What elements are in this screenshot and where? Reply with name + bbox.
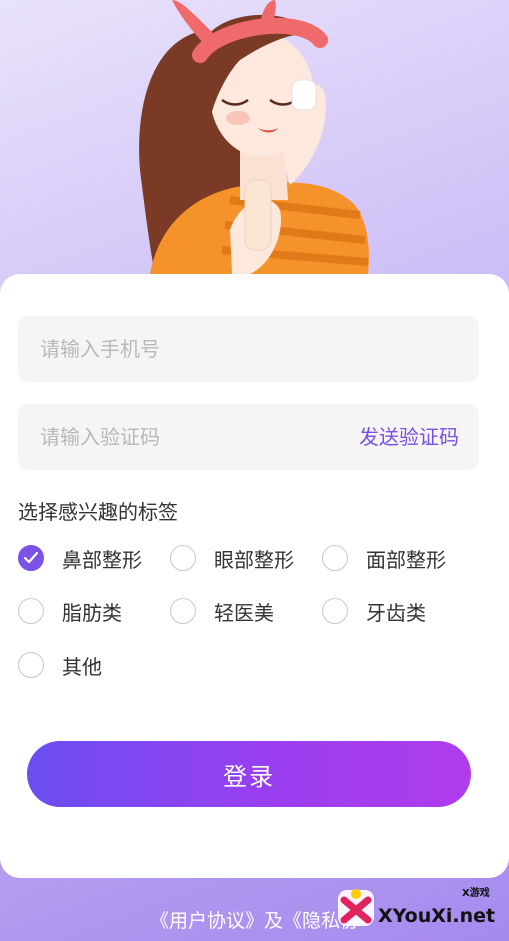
- radio-icon[interactable]: [18, 598, 44, 624]
- tag-nose-surgery[interactable]: 鼻部整形: [18, 544, 142, 572]
- hero-illustration: [0, 0, 509, 300]
- phone-field[interactable]: [18, 316, 479, 382]
- radio-icon[interactable]: [170, 598, 196, 624]
- phone-input[interactable]: [40, 316, 340, 382]
- tag-label: 其他: [62, 654, 102, 679]
- tag-label: 牙齿类: [366, 600, 426, 625]
- tag-eye-surgery[interactable]: 眼部整形: [170, 544, 294, 572]
- tag-label: 脂肪类: [62, 600, 122, 625]
- tag-fat[interactable]: 脂肪类: [18, 597, 122, 625]
- tag-label: 眼部整形: [214, 547, 294, 572]
- code-field[interactable]: 发送验证码: [18, 404, 479, 470]
- radio-icon[interactable]: [170, 545, 196, 571]
- svg-text:X游戏: X游戏: [462, 886, 490, 899]
- svg-text:XYouXi.net: XYouXi.net: [378, 905, 495, 927]
- tag-label: 面部整形: [366, 547, 446, 572]
- watermark-logo: X游戏 XYouXi.net: [334, 880, 506, 938]
- tag-light-aesthetics[interactable]: 轻医美: [170, 597, 274, 625]
- radio-icon[interactable]: [322, 598, 348, 624]
- tag-label: 鼻部整形: [62, 547, 142, 572]
- login-card: 发送验证码 选择感兴趣的标签 鼻部整形 眼部整形 面部整形 脂肪类 轻医美 牙齿…: [0, 274, 509, 878]
- login-button[interactable]: 登录: [27, 741, 471, 807]
- radio-icon[interactable]: [18, 652, 44, 678]
- check-icon[interactable]: [18, 545, 44, 571]
- tag-label: 轻医美: [214, 600, 274, 625]
- send-code-button[interactable]: 发送验证码: [359, 404, 459, 470]
- tag-face-surgery[interactable]: 面部整形: [322, 544, 446, 572]
- tag-other[interactable]: 其他: [18, 651, 102, 679]
- radio-icon[interactable]: [322, 545, 348, 571]
- tag-teeth[interactable]: 牙齿类: [322, 597, 426, 625]
- tags-title: 选择感兴趣的标签: [18, 500, 178, 524]
- code-input[interactable]: [40, 404, 340, 470]
